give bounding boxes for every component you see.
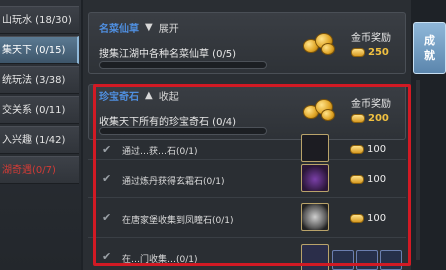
gold-coin-icon [351, 114, 365, 123]
coin-pile-icon [301, 95, 337, 123]
subtask-row: ✔ 通过…获…石(0/1) 100 [88, 134, 406, 162]
coin-pile-icon [301, 29, 337, 57]
sidebar-item-collect-world[interactable]: 集天下 (0/15) [0, 36, 79, 64]
section-header-dishes[interactable]: 名菜仙草 ▼ 展开 [99, 19, 179, 35]
section-card-treasures: 珍宝奇石 ▲ 收起 收集天下所有的珍宝奇石 (0/4) 金币奖励 200 [88, 84, 406, 140]
achievement-button-label: 就 [424, 49, 435, 62]
subtask-reward: 100 [350, 144, 386, 155]
item-slot-icon[interactable] [380, 250, 402, 270]
section-title: 珍宝奇石 [99, 91, 139, 103]
collapse-toggle[interactable]: 收起 [159, 88, 179, 103]
item-slot-icon[interactable] [301, 134, 329, 162]
achievement-button[interactable]: 成 就 [413, 22, 446, 74]
progress-bar [99, 61, 267, 69]
check-icon: ✔ [102, 172, 112, 185]
sidebar-item-hobbies[interactable]: 入兴趣 (1/42) [0, 126, 79, 154]
reward-title: 金币奖励 [351, 99, 391, 110]
sidebar-item-adventures[interactable]: 湖奇遇(0/7) [0, 156, 79, 184]
progress-bar [99, 127, 267, 135]
category-sidebar: 山玩水 (18/30) 集天下 (0/15) 统玩法 (3/38) 交关系 (0… [0, 0, 81, 270]
subtask-text: 在…门收集…(0/1) [122, 255, 198, 265]
task-description: 搜集江湖中各种名菜仙草 (0/5) [99, 49, 237, 60]
gold-coin-icon [350, 145, 364, 154]
item-slot-icon[interactable] [332, 250, 354, 270]
subtask-text: 通过…获…石(0/1) [122, 147, 198, 157]
subtask-row: ✔ 通过炼丹获得玄霜石(0/1) 100 [88, 160, 406, 198]
purple-stone-icon[interactable] [301, 164, 329, 192]
task-description: 收集天下所有的珍宝奇石 (0/4) [99, 117, 237, 128]
subtask-row: ✔ 在唐家堡收集到凤瞳石(0/1) 100 [88, 198, 406, 238]
item-slot-icon[interactable] [301, 244, 329, 270]
sidebar-item-relationships[interactable]: 交关系 (0/11) [0, 96, 79, 124]
check-icon: ✔ [102, 211, 112, 224]
gold-coin-icon [350, 175, 364, 184]
gold-coin-icon [350, 214, 364, 223]
sidebar-item-traditional-play[interactable]: 统玩法 (3/38) [0, 66, 79, 94]
achievement-panel: 名菜仙草 ▼ 展开 搜集江湖中各种名菜仙草 (0/5) 金币奖励 250 珍宝奇… [83, 0, 411, 270]
subtask-reward: 100 [350, 213, 386, 224]
reward-value: 200 [368, 113, 389, 124]
section-card-dishes: 名菜仙草 ▼ 展开 搜集江湖中各种名菜仙草 (0/5) 金币奖励 250 [88, 12, 406, 74]
reward-amount: 200 [351, 113, 389, 124]
subtask-text: 通过炼丹获得玄霜石(0/1) [122, 177, 225, 187]
check-icon: ✔ [102, 143, 112, 156]
subtask-row: ✔ 在…门收集…(0/1) [88, 238, 406, 270]
check-icon: ✔ [102, 250, 112, 263]
chevron-up-icon: ▲ [145, 89, 153, 101]
subtask-text: 在唐家堡收集到凤瞳石(0/1) [122, 216, 234, 226]
sidebar-item-sightseeing[interactable]: 山玩水 (18/30) [0, 6, 79, 34]
section-header-treasures[interactable]: 珍宝奇石 ▲ 收起 [99, 87, 179, 103]
grey-stone-icon[interactable] [301, 203, 329, 231]
reward-value: 100 [367, 213, 387, 224]
subtask-reward: 100 [350, 174, 386, 185]
gold-coin-icon [351, 48, 365, 57]
achievement-button-label: 成 [424, 34, 435, 47]
chevron-down-icon: ▼ [145, 21, 153, 33]
reward-title: 金币奖励 [351, 33, 391, 44]
item-slot-icon[interactable] [356, 250, 378, 270]
reward-amount: 250 [351, 47, 389, 58]
section-title: 名菜仙草 [99, 23, 139, 35]
reward-value: 250 [368, 47, 389, 58]
scrollbar[interactable] [416, 80, 420, 260]
reward-value: 100 [367, 144, 387, 155]
reward-value: 100 [367, 174, 387, 185]
expand-toggle[interactable]: 展开 [159, 20, 179, 35]
